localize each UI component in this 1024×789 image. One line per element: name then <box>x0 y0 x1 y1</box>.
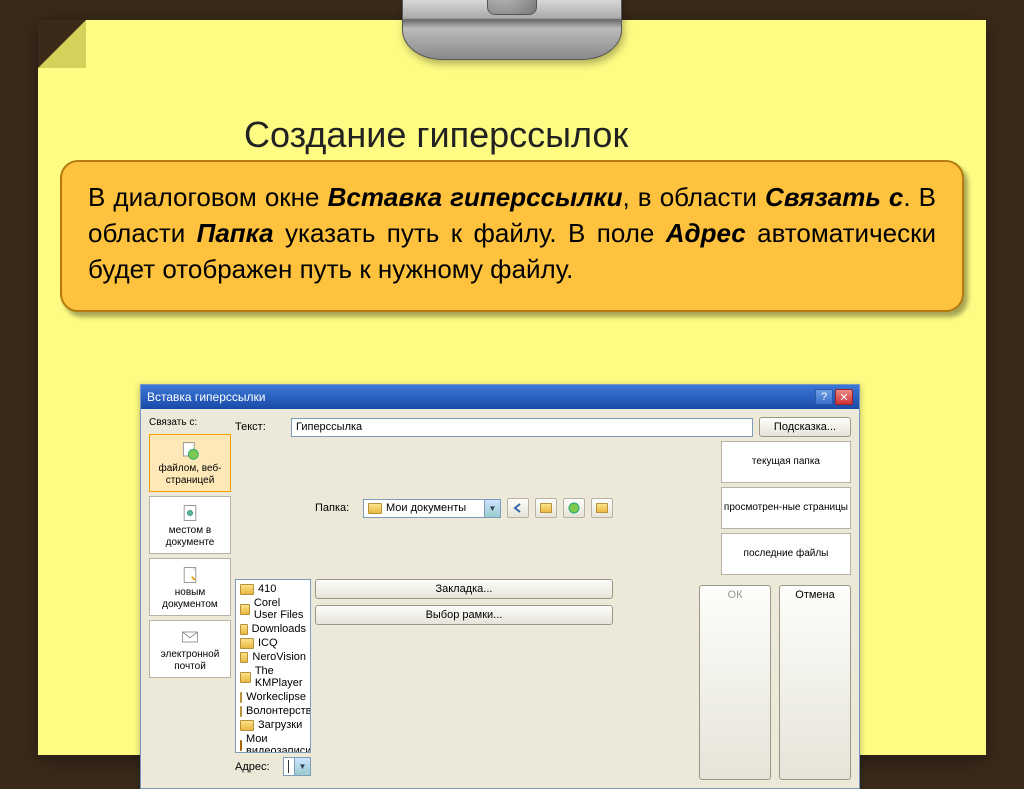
up-folder-button[interactable] <box>535 498 557 518</box>
document-target-icon <box>180 503 200 523</box>
link-to-file-web[interactable]: файлом, веб-страницей <box>149 434 231 492</box>
file-name: Мои видеозаписи <box>246 733 311 753</box>
folder-icon <box>368 503 382 514</box>
file-name: NeroVision <box>252 651 306 663</box>
folder-value: Мои документы <box>386 502 480 514</box>
file-name: The KMPlayer <box>255 665 306 689</box>
folder-icon <box>240 720 254 731</box>
folder-label: Папка: <box>315 502 357 514</box>
help-button[interactable]: ? <box>815 389 833 405</box>
folder-icon <box>240 604 250 615</box>
list-item[interactable]: NeroVision <box>240 650 306 664</box>
folder-icon <box>240 706 242 717</box>
list-item[interactable]: Corel User Files <box>240 596 306 622</box>
file-name: Волонтерство <box>246 705 311 717</box>
folder-icon <box>240 652 248 663</box>
browse-tabs: текущая папка просмотрен-ные страницы по… <box>721 441 851 575</box>
text-label: Текст: <box>235 421 285 433</box>
insert-hyperlink-dialog: Вставка гиперссылки ? ✕ Связать с: файло… <box>140 384 860 789</box>
list-item[interactable]: 410 <box>240 582 306 596</box>
browse-current-folder[interactable]: текущая папка <box>721 441 851 483</box>
link-to-label: Связать с: <box>149 417 231 428</box>
list-item[interactable]: Загрузки <box>240 718 306 732</box>
email-icon <box>180 627 200 647</box>
open-folder-icon <box>596 503 608 513</box>
close-button[interactable]: ✕ <box>835 389 853 405</box>
file-name: Загрузки <box>258 719 302 731</box>
folder-dropdown[interactable]: Мои документы ▼ <box>363 499 501 518</box>
video-icon <box>240 740 242 751</box>
browse-web-button[interactable] <box>563 498 585 518</box>
slide-title: Создание гиперссылок <box>244 114 628 156</box>
dialog-title-text: Вставка гиперссылки <box>147 390 813 404</box>
new-document-icon <box>180 565 200 585</box>
globe-icon <box>568 502 580 514</box>
link-to-place[interactable]: местом в документе <box>149 496 231 554</box>
bookmark-button[interactable]: Закладка... <box>315 579 613 599</box>
fold-corner <box>38 20 86 68</box>
lbl: местом в документе <box>152 525 228 549</box>
t: Адрес <box>666 218 746 248</box>
list-item[interactable]: ICQ <box>240 636 306 650</box>
t: , в области <box>622 182 765 212</box>
back-button[interactable] <box>507 498 529 518</box>
t: указать путь к файлу. В поле <box>274 218 666 248</box>
folder-icon <box>240 672 251 683</box>
up-folder-icon <box>540 503 552 513</box>
browse-file-button[interactable] <box>591 498 613 518</box>
folder-icon <box>240 638 254 649</box>
page-globe-icon <box>180 441 200 461</box>
binder-clip <box>402 0 622 60</box>
list-item[interactable]: Волонтерство <box>240 704 306 718</box>
link-to-email[interactable]: электронной почтой <box>149 620 231 678</box>
file-name: Workeclipse <box>246 691 306 703</box>
t: Связать с <box>765 182 903 212</box>
dialog-titlebar[interactable]: Вставка гиперссылки ? ✕ <box>141 385 859 409</box>
list-item[interactable]: Workeclipse <box>240 690 306 704</box>
file-name: Corel User Files <box>254 597 306 621</box>
chevron-down-icon: ▼ <box>484 500 500 517</box>
file-name: Downloads <box>252 623 306 635</box>
browse-recent-files[interactable]: последние файлы <box>721 533 851 575</box>
folder-icon <box>240 624 248 635</box>
lbl: новым документом <box>152 587 228 611</box>
tooltip-button[interactable]: Подсказка... <box>759 417 851 437</box>
link-to-panel: Связать с: файлом, веб-страницей местом … <box>149 417 231 780</box>
file-list[interactable]: 410 Corel User Files Downloads ICQ NeroVisio… <box>235 579 311 753</box>
t: Папка <box>197 218 274 248</box>
list-item[interactable]: Мои видеозаписи <box>240 732 306 753</box>
file-name: 410 <box>258 583 276 595</box>
browse-visited-pages[interactable]: просмотрен-ные страницы <box>721 487 851 529</box>
text-input[interactable] <box>291 418 753 437</box>
link-to-new-doc[interactable]: новым документом <box>149 558 231 616</box>
lbl: файлом, веб-страницей <box>152 463 228 487</box>
callout-box: В диалоговом окне Вставка гиперссылки, в… <box>60 160 964 312</box>
lbl: электронной почтой <box>152 649 228 673</box>
t: Вставка гиперссылки <box>328 182 623 212</box>
cancel-button[interactable]: Отмена <box>779 585 851 780</box>
folder-icon <box>240 584 254 595</box>
back-arrow-icon <box>512 502 524 514</box>
list-item[interactable]: Downloads <box>240 622 306 636</box>
folder-icon <box>240 692 242 703</box>
list-item[interactable]: The KMPlayer <box>240 664 306 690</box>
file-name: ICQ <box>258 637 278 649</box>
frame-button[interactable]: Выбор рамки... <box>315 605 613 625</box>
t: В диалоговом окне <box>88 182 328 212</box>
ok-button[interactable]: ОК <box>699 585 771 780</box>
